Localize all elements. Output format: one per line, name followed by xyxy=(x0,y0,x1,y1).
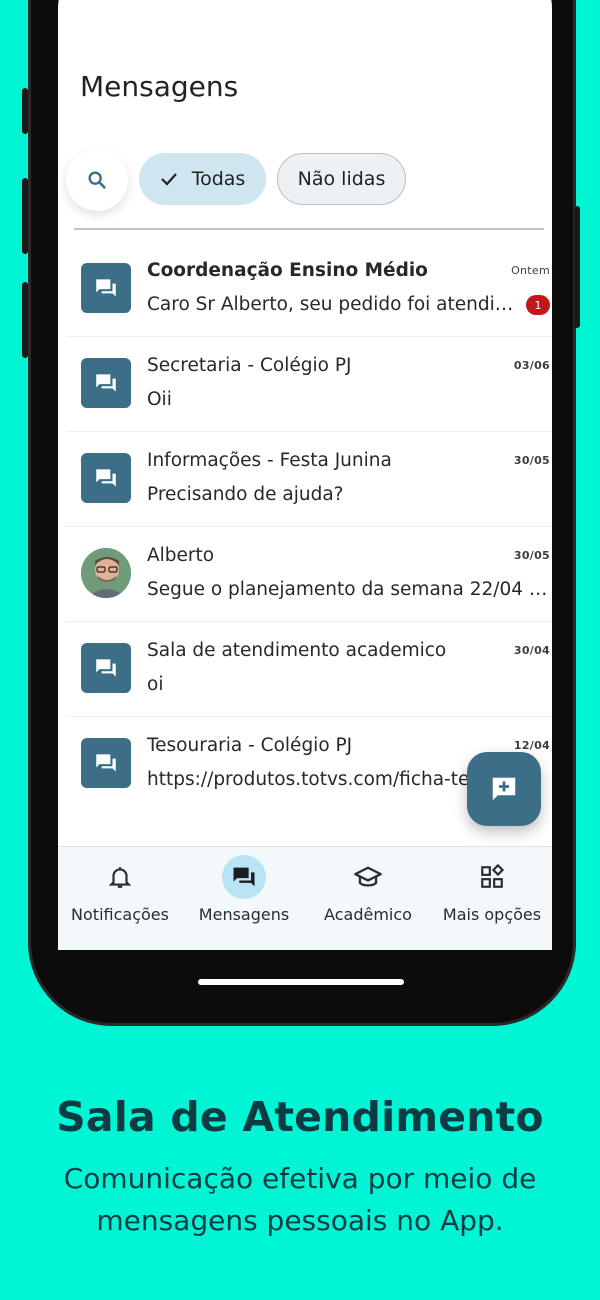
nav-notifications[interactable]: Notificações xyxy=(58,847,182,950)
phone-side-button xyxy=(22,282,28,358)
nav-label: Notificações xyxy=(71,905,169,924)
chat-icon xyxy=(81,738,131,788)
message-row[interactable]: Coordenação Ensino Médio Caro Sr Alberto… xyxy=(66,242,552,337)
message-preview: oi xyxy=(147,674,164,695)
nav-messages[interactable]: Mensagens xyxy=(182,847,306,950)
message-date: 03/06 xyxy=(513,359,550,372)
new-message-button[interactable] xyxy=(467,752,541,826)
bell-icon xyxy=(108,867,132,888)
message-preview: Oii xyxy=(147,389,172,410)
user-photo xyxy=(81,548,131,598)
filter-chip-label: Todas xyxy=(191,168,246,190)
phone-side-button xyxy=(22,88,28,134)
message-date: 30/04 xyxy=(513,644,550,657)
nav-label: Mensagens xyxy=(198,905,290,924)
message-sender: Alberto xyxy=(147,545,215,566)
phone-side-button xyxy=(22,178,28,254)
chat-icon xyxy=(81,453,131,503)
grid-icon xyxy=(481,864,505,888)
message-row[interactable]: Informações - Festa Junina Precisando de… xyxy=(66,432,552,527)
promo-headline: Sala de Atendimento xyxy=(56,1093,544,1141)
message-sender: Informações - Festa Junina xyxy=(147,450,392,471)
filter-chip-all[interactable]: Todas xyxy=(139,153,266,205)
home-indicator xyxy=(198,979,404,985)
search-icon xyxy=(88,171,106,189)
message-row[interactable]: Alberto Segue o planejamento da semana 2… xyxy=(66,527,552,622)
message-sender: Sala de atendimento academico xyxy=(147,640,447,661)
promo-subline: Comunicação efetiva por meio de mensagen… xyxy=(63,1162,537,1237)
unread-badge: 1 xyxy=(526,295,550,315)
message-date: 12/04 xyxy=(513,739,550,752)
nav-label: Mais opções xyxy=(442,905,542,924)
message-row[interactable]: Secretaria - Colégio PJ Oii 03/06 xyxy=(66,337,552,432)
message-preview: Segue o planejamento da semana 22/04 a .… xyxy=(147,579,549,600)
filter-chip-label: Não lidas xyxy=(297,168,386,190)
message-date: 30/05 xyxy=(513,549,550,562)
message-row[interactable]: Sala de atendimento academico oi 30/04 xyxy=(66,622,552,717)
message-date: Ontem xyxy=(511,264,550,277)
message-sender: Coordenação Ensino Médio xyxy=(147,260,428,281)
chat-icon xyxy=(233,867,255,887)
phone-side-button xyxy=(574,206,580,328)
bottom-navigation: Notificações Mensagens Acadêmico Mais op… xyxy=(58,846,552,950)
message-list: Coordenação Ensino Médio Caro Sr Alberto… xyxy=(66,202,552,811)
message-date: 30/05 xyxy=(513,454,550,467)
nav-more-options[interactable]: Mais opções xyxy=(430,847,552,950)
message-preview: Precisando de ajuda? xyxy=(147,484,344,505)
chat-icon xyxy=(81,358,131,408)
message-preview: Caro Sr Alberto, seu pedido foi atendido xyxy=(147,294,517,315)
nav-academic[interactable]: Acadêmico xyxy=(306,847,430,950)
filter-chip-unread[interactable]: Não lidas xyxy=(277,153,406,205)
page-title: Mensagens xyxy=(80,70,239,103)
message-sender: Secretaria - Colégio PJ xyxy=(147,355,352,376)
check-icon xyxy=(160,173,177,186)
nav-label: Acadêmico xyxy=(324,905,412,924)
graduation-cap-icon xyxy=(354,866,382,887)
new-message-icon xyxy=(492,777,516,801)
message-sender: Tesouraria - Colégio PJ xyxy=(147,735,353,756)
chat-icon xyxy=(81,263,131,313)
app-screen: Mensagens Todas Não lidas Coordenação En… xyxy=(58,0,552,950)
chat-icon xyxy=(81,643,131,693)
